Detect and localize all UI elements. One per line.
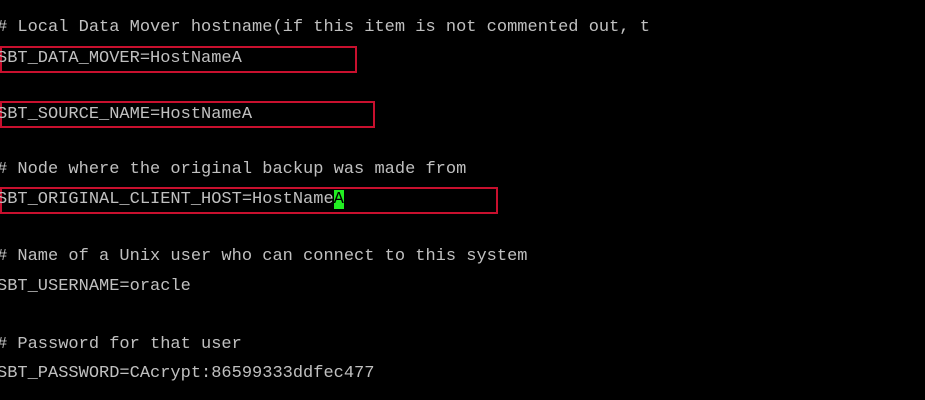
text-cursor: A xyxy=(333,190,344,209)
comment-unix-user: # Name of a Unix user who can connect to… xyxy=(0,247,528,266)
config-line-sbt-source-name: SBT_SOURCE_NAME=HostNameA xyxy=(0,105,253,124)
config-line-sbt-data-mover: SBT_DATA_MOVER=HostNameA xyxy=(0,49,242,68)
comment-local-data-mover: # Local Data Mover hostname(if this item… xyxy=(0,18,650,37)
config-line-sbt-password: SBT_PASSWORD=CAcrypt:86599333ddfec477 xyxy=(0,364,375,383)
terminal-window[interactable]: # Local Data Mover hostname(if this item… xyxy=(0,0,925,400)
comment-password: # Password for that user xyxy=(0,335,242,354)
config-line-text: SBT_ORIGINAL_CLIENT_HOST=HostName xyxy=(0,190,334,209)
config-line-sbt-original-client-host: SBT_ORIGINAL_CLIENT_HOST=HostNameA xyxy=(0,188,344,212)
config-line-sbt-username: SBT_USERNAME=oracle xyxy=(0,277,191,296)
comment-original-backup-node: # Node where the original backup was mad… xyxy=(0,160,467,179)
